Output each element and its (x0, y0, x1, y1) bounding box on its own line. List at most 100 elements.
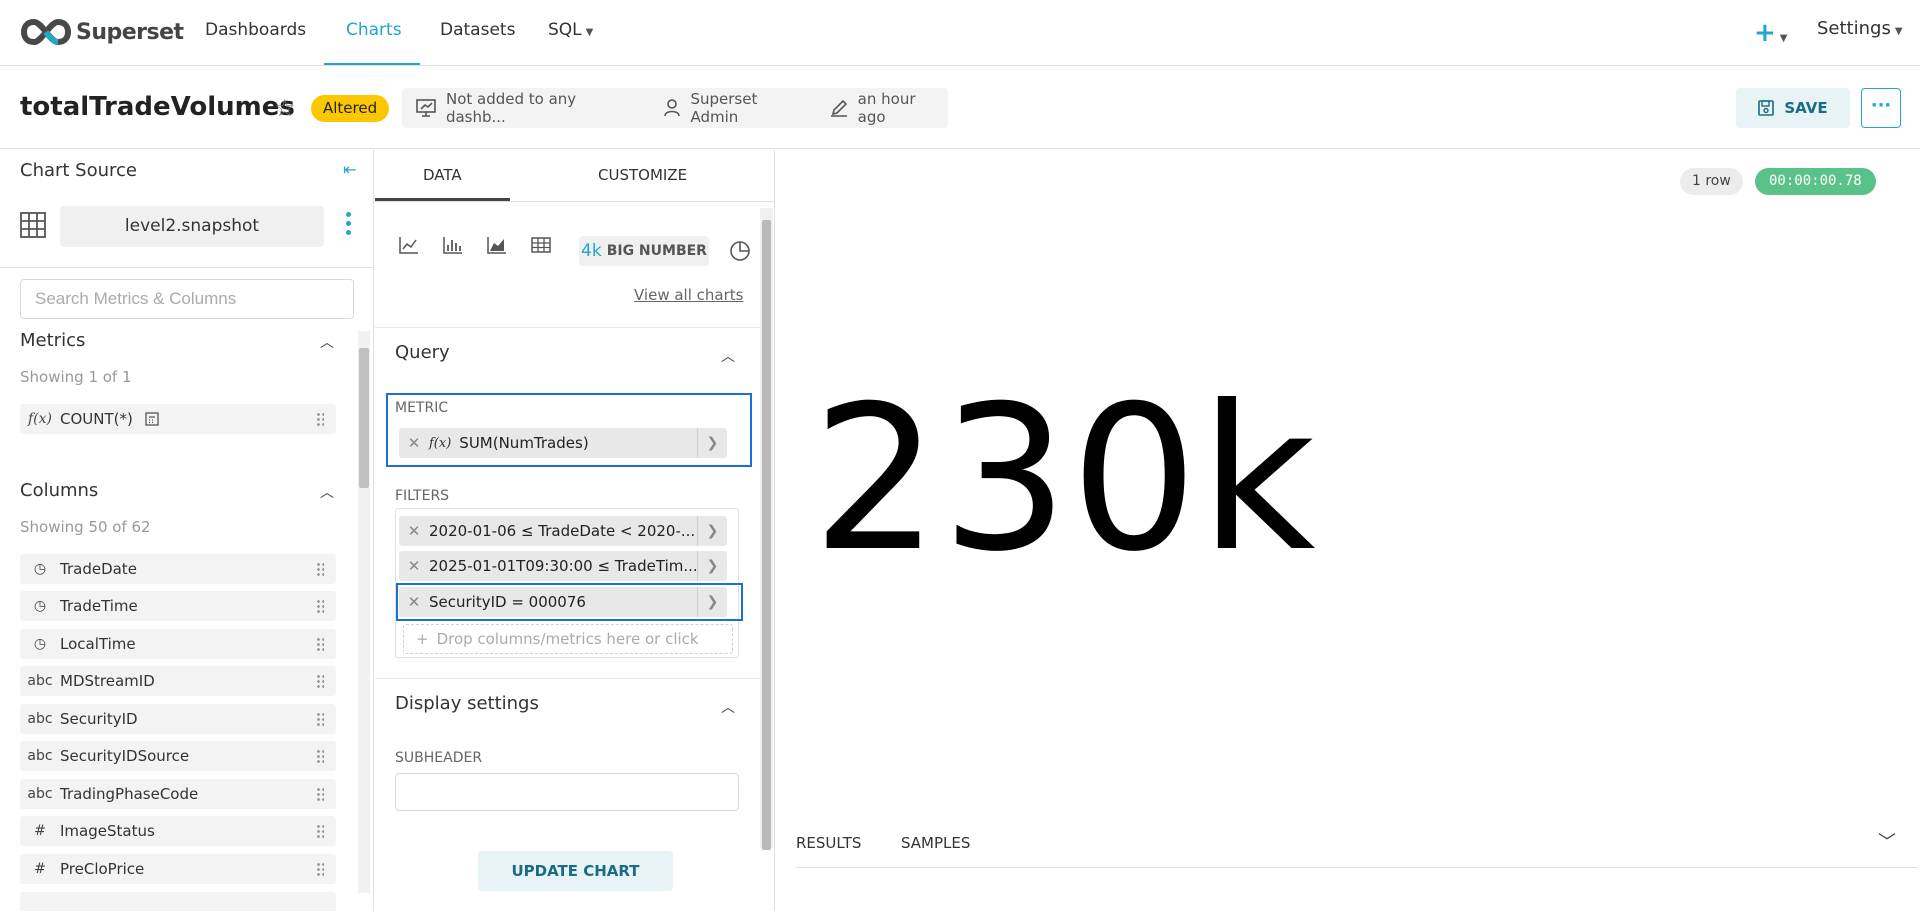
column-item[interactable]: # PreCloPrice (20, 854, 336, 884)
nav-active-indicator (324, 63, 420, 65)
metrics-count: Showing 1 of 1 (20, 368, 132, 386)
table-icon (20, 212, 46, 238)
column-item[interactable]: ◷ TradeTime (20, 591, 336, 621)
chevron-right-icon[interactable]: ❯ (697, 551, 727, 581)
column-item[interactable] (20, 892, 336, 911)
big-number-label: BIG NUMBER (606, 243, 707, 259)
subheader-label: SUBHEADER (395, 750, 483, 766)
close-icon[interactable]: ✕ (399, 522, 429, 540)
chevron-right-icon[interactable]: ❯ (697, 516, 727, 546)
filter-pill[interactable]: ✕ 2025-01-01T09:30:00 ≤ TradeTim... ❯ (399, 551, 727, 581)
dashboards-text: Not added to any dashb... (445, 90, 577, 126)
column-item[interactable]: abc SecurityIDSource (20, 741, 336, 771)
drag-handle-icon[interactable] (316, 637, 324, 651)
chart-container: 1 row 00:00:00.78 230k RESULTS SAMPLES ﹀ (776, 150, 1920, 911)
modified-text: an hour ago (857, 90, 916, 126)
function-icon: f(x) (27, 411, 52, 427)
drag-handle-icon[interactable] (316, 412, 324, 426)
big-number-value: 230k (812, 363, 1318, 596)
column-item[interactable]: abc SecurityID (20, 704, 336, 734)
drag-handle-icon[interactable] (316, 824, 324, 838)
column-name: MDStreamID (60, 672, 155, 690)
collapse-panel-icon[interactable]: ⇤ (343, 160, 356, 179)
column-item[interactable]: abc MDStreamID (20, 666, 336, 696)
view-all-charts-link[interactable]: View all charts (634, 286, 743, 304)
plus-icon: + (1754, 18, 1776, 48)
chevron-up-icon[interactable]: ︿ (721, 346, 735, 366)
more-actions-button[interactable]: ··· (1861, 88, 1901, 128)
nav-dashboards[interactable]: Dashboards (205, 20, 306, 40)
columns-section-title[interactable]: Columns (20, 480, 98, 501)
function-icon: f(x) (429, 435, 452, 451)
column-item[interactable]: ◷ LocalTime (20, 629, 336, 659)
star-icon[interactable]: ☆ (274, 94, 296, 122)
drag-handle-icon[interactable] (316, 562, 324, 576)
drag-handle-icon[interactable] (316, 787, 324, 801)
save-button[interactable]: SAVE (1736, 88, 1850, 128)
filter-drop-zone[interactable]: + Drop columns/metrics here or click (403, 624, 733, 654)
viz-type-shortcuts (399, 236, 575, 254)
column-name: TradeDate (60, 560, 137, 578)
drag-handle-icon[interactable] (316, 599, 324, 613)
drag-handle-icon[interactable] (316, 712, 324, 726)
pie-chart-icon[interactable] (729, 240, 751, 262)
query-section-title[interactable]: Query (395, 342, 450, 363)
metric-pill[interactable]: ✕ f(x) SUM(NumTrades) ❯ (399, 428, 727, 458)
chart-metadata: Not added to any dashb... Superset Admin… (402, 88, 948, 128)
line-chart-icon[interactable] (399, 236, 419, 254)
nav-sql[interactable]: SQL ▼ (548, 20, 593, 40)
column-item[interactable]: abc TradingPhaseCode (20, 779, 336, 809)
chevron-up-icon[interactable]: ︿ (320, 482, 334, 502)
big-number-viz-button[interactable]: 4k BIG NUMBER (579, 236, 709, 266)
settings-menu[interactable]: Settings ▼ (1817, 18, 1903, 39)
dashboards-info[interactable]: Not added to any dashb... (416, 90, 640, 126)
altered-badge[interactable]: Altered (311, 95, 390, 122)
owner-info[interactable]: Superset Admin (664, 90, 809, 126)
column-name: TradeTime (60, 597, 138, 615)
chevron-up-icon[interactable]: ︿ (721, 697, 735, 717)
filter-pill[interactable]: ✕ 2020-01-06 ≤ TradeDate < 2020-... ❯ (399, 516, 727, 546)
dashboard-icon (416, 99, 436, 117)
divider (375, 201, 774, 202)
drag-handle-icon[interactable] (316, 862, 324, 876)
tab-customize[interactable]: CUSTOMIZE (598, 166, 687, 184)
superset-logo[interactable]: Superset (20, 16, 184, 48)
tab-data[interactable]: DATA (423, 166, 462, 184)
column-item[interactable]: ◷ TradeDate (20, 554, 336, 584)
chart-title[interactable]: totalTradeVolumes (20, 92, 295, 122)
tab-samples[interactable]: SAMPLES (901, 834, 970, 852)
bar-chart-icon[interactable] (443, 236, 463, 254)
display-settings-title[interactable]: Display settings (395, 693, 539, 714)
numeric-type-icon: # (34, 861, 46, 877)
chevron-down-icon[interactable]: ﹀ (1878, 828, 1896, 854)
nav-datasets[interactable]: Datasets (440, 20, 515, 40)
scrollbar-thumb[interactable] (762, 220, 771, 850)
area-chart-icon[interactable] (487, 236, 507, 254)
chevron-up-icon[interactable]: ︿ (320, 332, 334, 352)
column-item[interactable]: # ImageStatus (20, 816, 336, 846)
chevron-right-icon[interactable]: ❯ (697, 428, 727, 458)
subheader-input[interactable] (395, 773, 739, 811)
drag-handle-icon[interactable] (316, 749, 324, 763)
modified-info[interactable]: an hour ago (830, 90, 948, 126)
table-chart-icon[interactable] (531, 236, 551, 254)
update-chart-button[interactable]: UPDATE CHART (478, 851, 673, 891)
close-icon[interactable]: ✕ (399, 434, 429, 452)
calculator-icon (145, 412, 159, 426)
close-icon[interactable]: ✕ (399, 557, 429, 575)
metrics-section-title[interactable]: Metrics (20, 330, 85, 351)
scrollbar-thumb[interactable] (359, 348, 369, 488)
columns-count: Showing 50 of 62 (20, 518, 151, 536)
new-menu[interactable]: + ▼ (1754, 18, 1788, 48)
drag-handle-icon[interactable] (316, 674, 324, 688)
metric-item[interactable]: f(x) COUNT(*) (20, 404, 336, 434)
search-input[interactable] (20, 279, 354, 319)
nav-charts[interactable]: Charts (346, 20, 402, 40)
clock-icon: ◷ (33, 598, 47, 614)
dataset-selector[interactable]: level2.snapshot (60, 206, 324, 247)
tab-results[interactable]: RESULTS (796, 834, 861, 852)
save-icon (1758, 100, 1775, 116)
filter-pill-label: 2020-01-06 ≤ TradeDate < 2020-... (429, 522, 696, 540)
user-icon (664, 99, 681, 117)
dataset-menu-icon[interactable] (346, 212, 352, 239)
